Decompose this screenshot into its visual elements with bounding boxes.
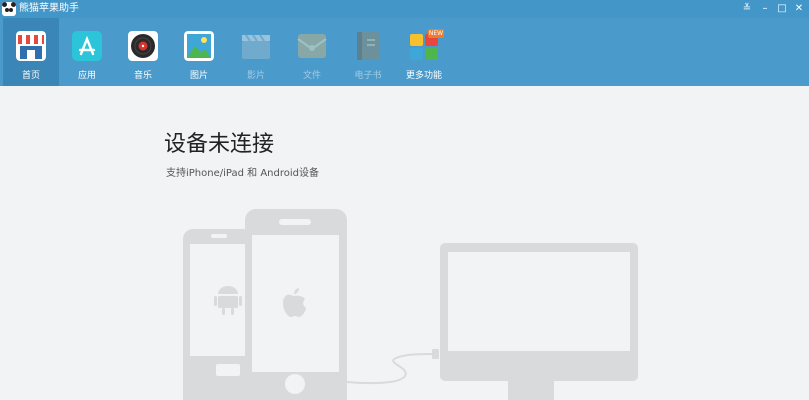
usb-cable: [346, 353, 437, 385]
device-connection-illustration: [183, 209, 638, 400]
android-phone-illustration: [183, 229, 253, 400]
cable-plug: [432, 349, 439, 359]
monitor-illustration: [440, 243, 638, 400]
